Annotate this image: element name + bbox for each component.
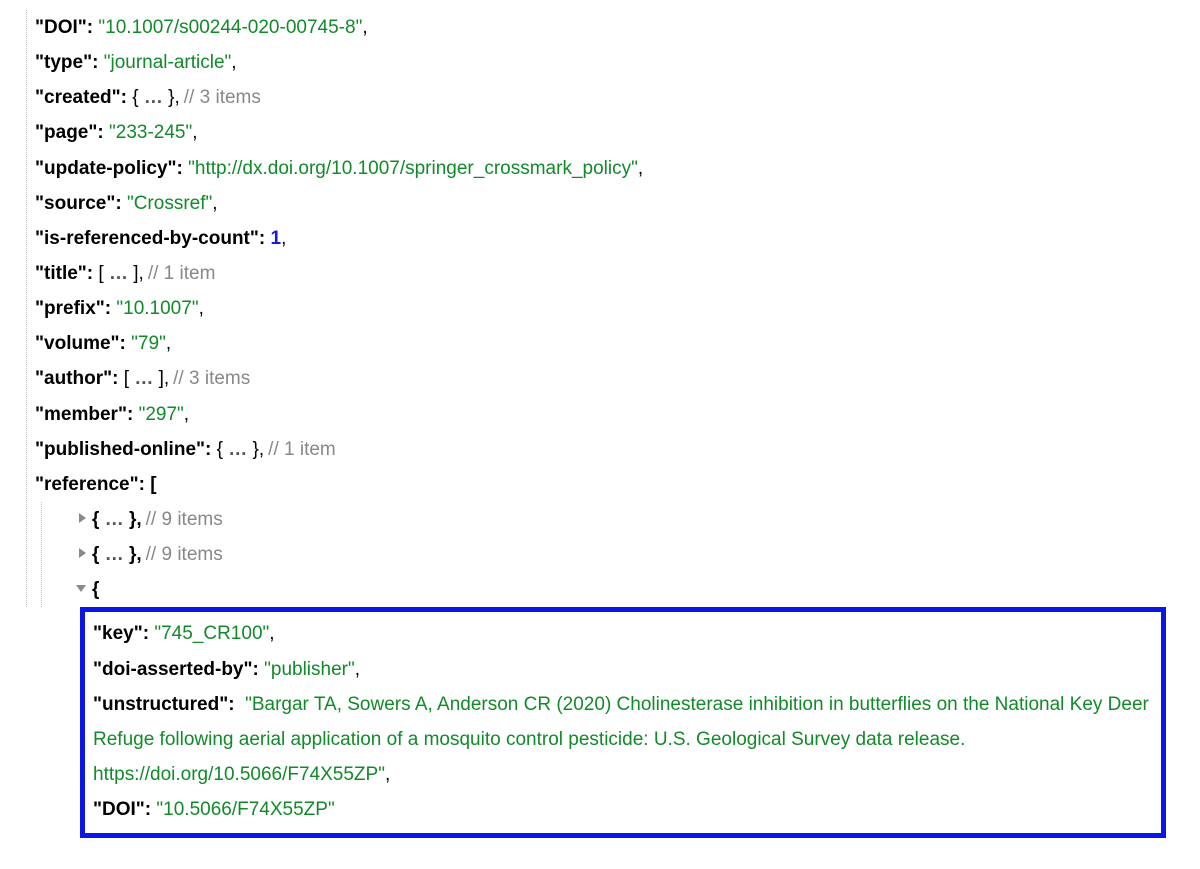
entry-update-policy: "update-policy": "http://dx.doi.org/10.1…: [35, 151, 1180, 186]
ellipsis-icon[interactable]: …: [228, 432, 247, 467]
entry-page: "page": "233-245",: [35, 115, 1180, 150]
item-count: // 3 items: [173, 361, 250, 396]
entry-value: "http://dx.doi.org/10.1007/springer_cros…: [188, 151, 638, 186]
reference-item-collapsed[interactable]: { … }, // 9 items: [72, 537, 1180, 572]
ellipsis-icon[interactable]: …: [109, 256, 128, 291]
entry-key: "page":: [35, 115, 109, 150]
entry-key: "volume":: [35, 326, 131, 361]
reference-item-collapsed[interactable]: { … }, // 9 items: [72, 502, 1180, 537]
entry-type: "type": "journal-article",: [35, 45, 1180, 80]
entry-key: "published-online":: [35, 432, 217, 467]
entry-title[interactable]: "title": [ … ], // 1 item: [35, 256, 1180, 291]
entry-key: "unstructured":: [93, 694, 240, 715]
entry-key: "DOI":: [93, 792, 156, 827]
entry-value: "297": [139, 397, 184, 432]
item-count: // 9 items: [146, 537, 223, 572]
entry-value: "10.1007": [116, 291, 198, 326]
ellipsis-icon[interactable]: …: [144, 80, 163, 115]
entry-key: "key":: [93, 616, 154, 651]
entry-key: "is-referenced-by-count":: [35, 221, 271, 256]
item-count: // 1 item: [148, 256, 216, 291]
entry-key: "title":: [35, 256, 98, 291]
item-count: // 1 item: [268, 432, 336, 467]
entry-key: "member":: [35, 397, 139, 432]
entry-key: "doi-asserted-by":: [93, 652, 264, 687]
entry-volume: "volume": "79",: [35, 326, 1180, 361]
entry-source: "source": "Crossref",: [35, 186, 1180, 221]
entry-prefix: "prefix": "10.1007",: [35, 291, 1180, 326]
chevron-down-icon[interactable]: [76, 585, 86, 592]
reference-detail-highlight: "key": "745_CR100", "doi-asserted-by": "…: [80, 607, 1166, 838]
entry-key: "prefix":: [35, 291, 116, 326]
entry-value: "publisher": [264, 652, 355, 687]
entry-published-online[interactable]: "published-online": { … }, // 1 item: [35, 432, 1180, 467]
entry-key: "reference":: [35, 467, 150, 502]
entry-doi: "DOI": "10.1007/s00244-020-00745-8",: [35, 10, 1180, 45]
entry-value: "Crossref": [127, 186, 212, 221]
item-count: // 9 items: [146, 502, 223, 537]
entry-key: "update-policy":: [35, 151, 188, 186]
ellipsis-icon[interactable]: …: [134, 361, 153, 396]
entry-value: 1: [271, 221, 282, 256]
ref-doi-asserted-by: "doi-asserted-by": "publisher",: [93, 652, 1153, 687]
entry-value: "journal-article": [104, 45, 232, 80]
entry-reference: "reference": [: [35, 467, 1180, 502]
chevron-right-icon[interactable]: [79, 513, 86, 523]
ref-doi: "DOI": "10.5066/F74X55ZP": [93, 792, 1153, 827]
ellipsis-icon[interactable]: …: [105, 502, 124, 537]
entry-key: "DOI":: [35, 10, 98, 45]
ref-key: "key": "745_CR100",: [93, 616, 1153, 651]
entry-key: "created":: [35, 80, 132, 115]
item-count: // 3 items: [184, 80, 261, 115]
entry-key: "author":: [35, 361, 124, 396]
entry-created[interactable]: "created": { … }, // 3 items: [35, 80, 1180, 115]
entry-value: "745_CR100": [154, 616, 269, 651]
entry-value: "10.5066/F74X55ZP": [156, 792, 334, 827]
ellipsis-icon[interactable]: …: [105, 537, 124, 572]
entry-value: "233-245": [109, 115, 192, 150]
entry-member: "member": "297",: [35, 397, 1180, 432]
ref-unstructured: "unstructured": "Bargar TA, Sowers A, An…: [93, 687, 1153, 792]
entry-value: "10.1007/s00244-020-00745-8": [98, 10, 362, 45]
entry-value: "79": [131, 326, 166, 361]
entry-key: "source":: [35, 186, 127, 221]
entry-value: "Bargar TA, Sowers A, Anderson CR (2020)…: [93, 694, 1149, 785]
entry-is-referenced-by-count: "is-referenced-by-count": 1,: [35, 221, 1180, 256]
reference-item-expanded[interactable]: {: [72, 572, 1180, 607]
chevron-right-icon[interactable]: [79, 548, 86, 558]
entry-author[interactable]: "author": [ … ], // 3 items: [35, 361, 1180, 396]
entry-key: "type":: [35, 45, 104, 80]
